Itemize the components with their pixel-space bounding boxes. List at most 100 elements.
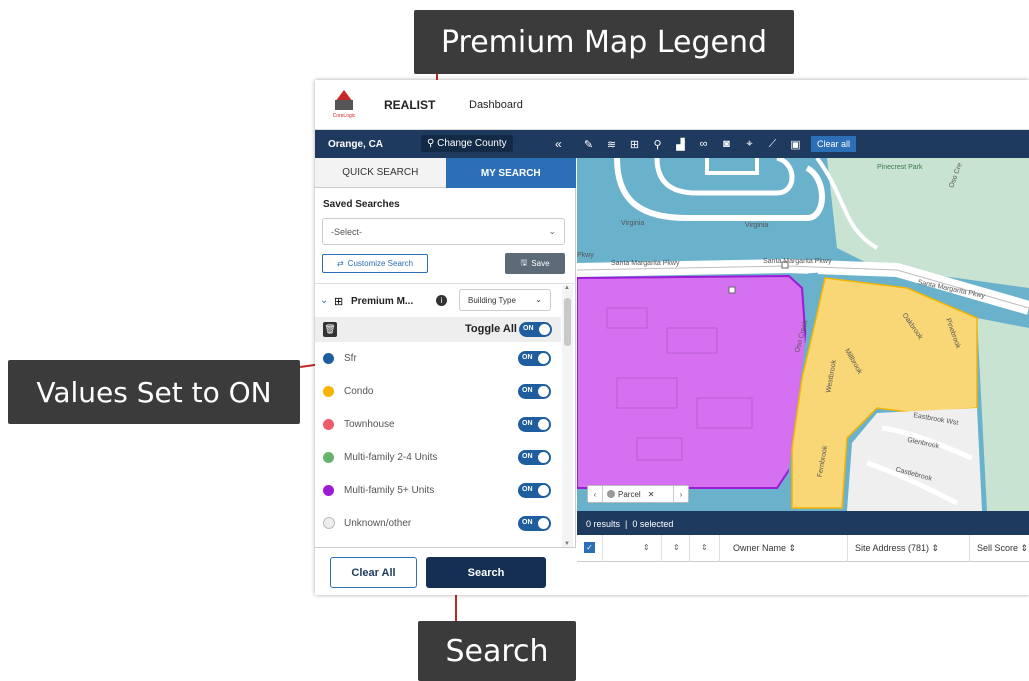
customize-search-button[interactable]: ⇄ Customize Search — [322, 254, 428, 273]
saved-searches-select[interactable]: -Select- ⌄ — [322, 218, 565, 245]
grid-icon: ⊞ — [334, 296, 344, 308]
legend-item-switch[interactable]: ON — [518, 516, 551, 531]
map-green-strip — [977, 318, 1029, 511]
results-columns: ✓ ⇕ ⇕ ⇕ Owner Name ⇕ Site Address (781) … — [577, 535, 1029, 562]
pin-icon[interactable]: ⚲ — [646, 138, 669, 151]
map-label: Pkwy — [577, 252, 594, 259]
layers-icon[interactable]: ≋ — [600, 138, 623, 151]
logo-text: CoreLogic — [332, 113, 356, 119]
comment-icon[interactable]: ▣ — [784, 138, 807, 151]
scroll-up-icon[interactable]: ▲ — [564, 285, 570, 291]
sort-icon[interactable]: ⇕ — [673, 543, 680, 552]
pencil-icon[interactable]: ✎ — [577, 138, 600, 151]
location-pin-icon: ⚲ — [427, 138, 435, 149]
column-sell-score[interactable]: Sell Score ⇕ — [977, 543, 1028, 554]
map-street-curve — [705, 158, 759, 175]
chevron-down-icon: ⌄ — [548, 226, 556, 236]
search-panel: QUICK SEARCH MY SEARCH Saved Searches -S… — [315, 158, 576, 595]
switch-on-text: ON — [522, 486, 533, 493]
column-separator — [969, 535, 970, 562]
legend-item: Multi-family 5+ Units ON — [315, 474, 561, 507]
brand-realist[interactable]: REALIST — [384, 98, 435, 112]
legend-scroll-thumb[interactable] — [564, 298, 571, 346]
legend-item: Unknown/other ON — [315, 507, 561, 540]
clear-all-button[interactable]: Clear All — [330, 557, 417, 588]
search-tabs: QUICK SEARCH MY SEARCH — [315, 158, 576, 188]
map-label: Santa Margarita Pkwy — [611, 260, 680, 267]
map-label: Virginia — [621, 220, 645, 227]
map-residential-area — [847, 408, 982, 511]
toggle-all-label: Toggle All — [465, 323, 517, 335]
chevron-left-icon[interactable]: ‹ — [588, 490, 602, 499]
close-icon[interactable]: ✕ — [648, 490, 655, 499]
grid-icon[interactable]: ⊞ — [623, 138, 646, 151]
binoculars-icon[interactable]: ∞ — [692, 138, 715, 150]
legend-color-dot — [323, 452, 334, 463]
chevron-down-icon[interactable]: ⌄ — [320, 295, 328, 306]
logo-mark-bottom — [335, 100, 353, 110]
clear-all-tools-button[interactable]: Clear all — [811, 136, 857, 152]
switch-on-text: ON — [522, 420, 533, 427]
switch-on-text: ON — [523, 325, 534, 332]
building-type-value: Building Type — [468, 296, 516, 305]
column-separator — [719, 535, 720, 562]
legend-item-label: Sfr — [344, 353, 357, 364]
column-owner-name[interactable]: Owner Name ⇕ — [733, 543, 796, 554]
callout-search: Search — [418, 621, 576, 681]
legend-color-dot — [323, 419, 334, 430]
parcel-chip[interactable]: Parcel ✕ — [602, 486, 674, 502]
switch-knob — [538, 518, 549, 529]
legend-item-switch[interactable]: ON — [518, 450, 551, 465]
sort-icon[interactable]: ⇕ — [701, 543, 708, 552]
tab-my-search[interactable]: MY SEARCH — [445, 158, 576, 188]
legend-item: Condo ON — [315, 375, 561, 408]
legend-item-label: Townhouse — [344, 419, 395, 430]
select-all-checkbox[interactable]: ✓ — [584, 542, 595, 553]
legend-item-switch[interactable]: ON — [518, 384, 551, 399]
chevron-right-icon[interactable]: › — [674, 490, 688, 499]
tab-quick-search[interactable]: QUICK SEARCH — [315, 158, 446, 188]
legend-item-switch[interactable]: ON — [518, 351, 551, 366]
column-separator — [602, 535, 603, 562]
toggle-all-switch[interactable]: ON — [519, 322, 552, 337]
legend-title: Premium M... — [351, 296, 414, 307]
realist-app-window: CoreLogic REALIST Dashboard Orange, CA ⚲… — [315, 80, 1029, 595]
panel-footer: Clear All Search — [315, 547, 576, 595]
nav-dashboard[interactable]: Dashboard — [469, 99, 523, 111]
collapse-panel-button[interactable]: « — [555, 137, 562, 151]
legend-item-switch[interactable]: ON — [518, 417, 551, 432]
switch-knob — [538, 353, 549, 364]
save-label: Save — [531, 259, 550, 268]
top-bar: CoreLogic REALIST Dashboard — [315, 80, 1029, 130]
trash-icon[interactable]: 🗑 — [323, 322, 337, 337]
legend-color-dot — [323, 353, 334, 364]
chart-icon[interactable]: ▟ — [669, 138, 692, 151]
corelogic-logo[interactable]: CoreLogic — [327, 88, 361, 122]
legend-item-label: Unknown/other — [344, 518, 412, 529]
legend-color-dot — [323, 386, 334, 397]
legend-color-dot — [323, 485, 334, 496]
legend-items: Sfr ON Condo ON Townhouse ON Multi-famil… — [315, 342, 561, 540]
map-view[interactable]: Pinecrest Park Oso Cre Virginia Virginia… — [577, 158, 1029, 511]
ruler-icon[interactable]: ⟋ — [761, 138, 784, 151]
change-county-button[interactable]: ⚲ Change County — [421, 135, 513, 152]
results-panel: 0 results | 0 selected ✓ ⇕ ⇕ ⇕ Owner Nam… — [577, 511, 1029, 595]
building-type-select[interactable]: Building Type ⌄ — [459, 289, 551, 311]
sort-icon[interactable]: ⇕ — [643, 543, 650, 552]
column-site-address[interactable]: Site Address (781) ⇕ — [855, 543, 939, 554]
map-street-curve — [654, 158, 795, 196]
results-header: 0 results | 0 selected — [577, 511, 1029, 535]
map-tools: ✎ ≋ ⊞ ⚲ ▟ ∞ ◙ ⌖ ⟋ ▣ Clear all — [577, 130, 857, 158]
info-icon[interactable]: i — [436, 295, 447, 306]
search-button[interactable]: Search — [426, 557, 546, 588]
results-count: 0 results | 0 selected — [586, 519, 674, 529]
save-button[interactable]: 🖫 Save — [505, 253, 565, 274]
legend-item-switch[interactable]: ON — [518, 483, 551, 498]
switch-on-text: ON — [522, 453, 533, 460]
car-icon[interactable]: ◙ — [715, 138, 738, 150]
map-pin-icon[interactable]: ⌖ — [738, 138, 761, 151]
map-label: Virginia — [745, 222, 769, 229]
map-label: Pinecrest Park — [877, 164, 923, 171]
chevron-down-icon: ⌄ — [535, 295, 542, 304]
divider — [315, 283, 576, 284]
